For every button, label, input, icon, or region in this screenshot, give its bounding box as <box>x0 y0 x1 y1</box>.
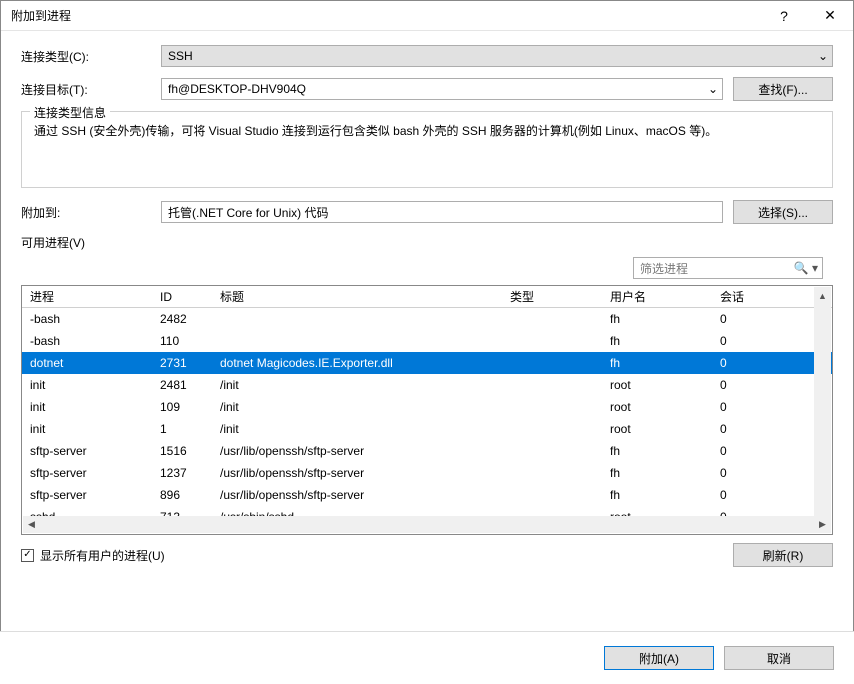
connection-info-text: 通过 SSH (安全外壳)传输，可将 Visual Studio 连接到运行包含… <box>34 122 820 139</box>
cell-user: fh <box>602 356 712 370</box>
connection-info-legend: 连接类型信息 <box>30 104 110 121</box>
cell-title: dotnet Magicodes.IE.Exporter.dll <box>212 356 502 370</box>
table-row[interactable]: sftp-server1237/usr/lib/openssh/sftp-ser… <box>22 462 832 484</box>
attach-to-value: 托管(.NET Core for Unix) 代码 <box>168 204 328 221</box>
cell-user: root <box>602 378 712 392</box>
help-button[interactable]: ? <box>761 1 807 31</box>
cell-process: dotnet <box>22 356 152 370</box>
cell-title: /usr/lib/openssh/sftp-server <box>212 444 502 458</box>
cell-user: fh <box>602 488 712 502</box>
connection-info-fieldset: 连接类型信息 通过 SSH (安全外壳)传输，可将 Visual Studio … <box>21 111 833 188</box>
attach-to-field: 托管(.NET Core for Unix) 代码 <box>161 201 723 223</box>
cell-process: init <box>22 400 152 414</box>
connection-target-value: fh@DESKTOP-DHV904Q <box>168 82 306 96</box>
cell-session: 0 <box>712 466 772 480</box>
show-all-users-label: 显示所有用户的进程(U) <box>40 547 165 564</box>
cell-session: 0 <box>712 488 772 502</box>
close-button[interactable]: ✕ <box>807 1 853 31</box>
cell-title: /usr/lib/openssh/sftp-server <box>212 466 502 480</box>
cell-user: root <box>602 422 712 436</box>
cell-process: init <box>22 422 152 436</box>
cell-id: 2731 <box>152 356 212 370</box>
select-button[interactable]: 选择(S)... <box>733 200 833 224</box>
cell-session: 0 <box>712 400 772 414</box>
cell-session: 0 <box>712 444 772 458</box>
scroll-up-icon: ▲ <box>814 287 831 304</box>
cell-id: 110 <box>152 334 212 348</box>
table-header: 进程 ID 标题 类型 用户名 会话 <box>22 286 832 308</box>
cell-session: 0 <box>712 356 772 370</box>
table-row[interactable]: dotnet2731dotnet Magicodes.IE.Exporter.d… <box>22 352 832 374</box>
cell-id: 1516 <box>152 444 212 458</box>
col-title[interactable]: 标题 <box>212 288 502 305</box>
scroll-left-icon: ◀ <box>23 519 40 530</box>
table-row[interactable]: init1/init root0 <box>22 418 832 440</box>
search-icon: 🔍 ▾ <box>794 261 818 275</box>
table-row[interactable]: -bash2482 fh0 <box>22 308 832 330</box>
cell-session: 0 <box>712 312 772 326</box>
available-processes-label: 可用进程(V) <box>21 234 833 251</box>
connection-type-label: 连接类型(C): <box>21 48 161 65</box>
cell-title: /init <box>212 422 502 436</box>
cell-title: /init <box>212 378 502 392</box>
table-row[interactable]: sftp-server1516/usr/lib/openssh/sftp-ser… <box>22 440 832 462</box>
refresh-button[interactable]: 刷新(R) <box>733 543 833 567</box>
table-row[interactable]: sftp-server896/usr/lib/openssh/sftp-serv… <box>22 484 832 506</box>
show-all-users-checkbox[interactable]: ✓ 显示所有用户的进程(U) <box>21 547 165 564</box>
cell-user: fh <box>602 466 712 480</box>
cell-user: fh <box>602 444 712 458</box>
connection-type-value: SSH <box>168 49 193 63</box>
attach-to-label: 附加到: <box>21 204 161 221</box>
cell-process: -bash <box>22 312 152 326</box>
cell-process: sftp-server <box>22 488 152 502</box>
cancel-button[interactable]: 取消 <box>724 646 834 670</box>
cell-process: init <box>22 378 152 392</box>
cell-id: 1237 <box>152 466 212 480</box>
col-process[interactable]: 进程 <box>22 288 152 305</box>
attach-button[interactable]: 附加(A) <box>604 646 714 670</box>
cell-id: 2482 <box>152 312 212 326</box>
horizontal-scrollbar[interactable]: ◀ ▶ <box>23 516 831 533</box>
cell-title: /usr/lib/openssh/sftp-server <box>212 488 502 502</box>
cell-session: 0 <box>712 422 772 436</box>
connection-target-dropdown[interactable]: fh@DESKTOP-DHV904Q ⌄ <box>161 78 723 100</box>
cell-process: sftp-server <box>22 444 152 458</box>
connection-target-label: 连接目标(T): <box>21 81 161 98</box>
col-session[interactable]: 会话 <box>712 288 772 305</box>
table-row[interactable]: init2481/init root0 <box>22 374 832 396</box>
checkbox-icon: ✓ <box>21 549 34 562</box>
scroll-right-icon: ▶ <box>814 519 831 530</box>
table-row[interactable]: init109/init root0 <box>22 396 832 418</box>
find-button[interactable]: 查找(F)... <box>733 77 833 101</box>
cell-id: 2481 <box>152 378 212 392</box>
window-title: 附加到进程 <box>11 7 761 24</box>
cell-user: fh <box>602 334 712 348</box>
filter-placeholder: 筛选进程 <box>640 260 688 277</box>
connection-type-dropdown[interactable]: SSH ⌄ <box>161 45 833 67</box>
cell-session: 0 <box>712 334 772 348</box>
col-type[interactable]: 类型 <box>502 288 602 305</box>
cell-title: /init <box>212 400 502 414</box>
dialog-footer: 附加(A) 取消 <box>0 631 854 684</box>
col-user[interactable]: 用户名 <box>602 288 712 305</box>
cell-user: fh <box>602 312 712 326</box>
table-row[interactable]: -bash110 fh0 <box>22 330 832 352</box>
help-icon: ? <box>780 8 788 24</box>
close-icon: ✕ <box>824 7 836 24</box>
process-table: 进程 ID 标题 类型 用户名 会话 -bash2482fh0-bash110f… <box>21 285 833 535</box>
titlebar: 附加到进程 ? ✕ <box>1 1 853 31</box>
cell-process: -bash <box>22 334 152 348</box>
vertical-scrollbar[interactable]: ▲ <box>814 287 831 516</box>
cell-id: 109 <box>152 400 212 414</box>
chevron-down-icon: ⌄ <box>818 49 828 63</box>
cell-process: sftp-server <box>22 466 152 480</box>
cell-user: root <box>602 400 712 414</box>
cell-session: 0 <box>712 378 772 392</box>
col-id[interactable]: ID <box>152 290 212 304</box>
cell-id: 896 <box>152 488 212 502</box>
chevron-down-icon: ⌄ <box>708 82 718 96</box>
filter-input[interactable]: 筛选进程 🔍 ▾ <box>633 257 823 279</box>
cell-id: 1 <box>152 422 212 436</box>
